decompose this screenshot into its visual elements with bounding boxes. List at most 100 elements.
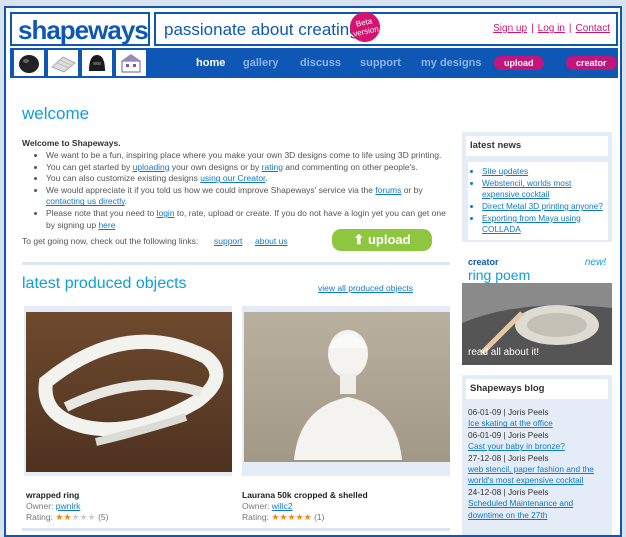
news-item[interactable]: Direct Metal 3D printing anyone? — [482, 201, 604, 212]
welcome-bullet: You can get started by uploading your ow… — [46, 162, 454, 174]
logo[interactable]: shapeways — [10, 12, 150, 46]
bullet-text: Please note that you need to — [46, 207, 157, 218]
blog-meta: 24-12-08 | Joris Peels — [468, 486, 549, 497]
star-rating[interactable]: ★★★★★ — [55, 512, 95, 522]
item-title[interactable]: wrapped ring — [26, 490, 79, 500]
star-rating[interactable]: ★★★★★ — [271, 512, 311, 522]
blog-list: 06-01-09 | Joris Peels Ice skating at the… — [468, 407, 608, 521]
star-icon[interactable]: ★ — [71, 512, 79, 522]
read-all-link[interactable]: read all about it! — [468, 347, 539, 358]
bullet-text: and commenting on other people's. — [282, 161, 418, 172]
blog-post-link[interactable]: Scheduled Maintenance and downtime on th… — [468, 498, 608, 521]
nav-gallery[interactable]: gallery — [243, 57, 278, 69]
bullet-text: We would appreciate it if you told us ho… — [46, 184, 376, 195]
bullet-text: . — [265, 173, 268, 184]
view-all-link[interactable]: view all produced objects — [318, 283, 413, 293]
nav-support[interactable]: support — [360, 57, 401, 69]
signup-link[interactable]: Sign up — [493, 23, 527, 34]
blog-title: Shapeways blog — [466, 379, 608, 399]
new-badge: new! — [584, 257, 606, 268]
star-icon[interactable]: ★ — [304, 512, 312, 522]
inline-link[interactable]: rating — [262, 162, 283, 172]
owner-link[interactable]: willc2 — [272, 501, 293, 511]
welcome-bullet: Please note that you need to login to, r… — [46, 208, 454, 231]
item-owner: Owner: willc2 — [242, 501, 293, 511]
bullet-text: or by — [401, 184, 423, 195]
blog-meta: 27-12-08 | Joris Peels — [468, 452, 549, 463]
star-icon[interactable]: ★ — [296, 512, 304, 522]
blog-post-link[interactable]: Cast your baby in bronze? — [468, 441, 608, 452]
bullet-text: . — [124, 196, 128, 207]
divider — [22, 262, 450, 265]
inline-link[interactable]: login — [157, 208, 175, 218]
get-going-text: To get going now, check out the followin… — [22, 236, 199, 246]
star-icon[interactable]: ★ — [88, 512, 96, 522]
item-rating: Rating: ★★★★★ (5) — [26, 512, 108, 523]
nav-home[interactable]: home — [196, 57, 225, 69]
upload-button[interactable]: ⬆ upload — [332, 229, 432, 251]
bullet-text: We want to be a fun, inspiring place whe… — [46, 150, 442, 160]
star-icon[interactable]: ★ — [287, 512, 295, 522]
wrapped-ring-photo[interactable] — [26, 312, 232, 472]
welcome-bullet: We want to be a fun, inspiring place whe… — [46, 150, 454, 162]
owner-link[interactable]: pwnlrk — [56, 501, 81, 511]
page-frame: shapeways passionate about creating Beta… — [4, 6, 622, 537]
blog-box: Shapeways blog 06-01-09 | Joris Peels Ice… — [462, 375, 612, 535]
news-title: latest news — [466, 136, 608, 156]
blog-post-link[interactable]: web stencil, paper fashion and the world… — [468, 464, 608, 487]
arrow-up-icon: ⬆ — [353, 232, 365, 247]
house-thumbnail[interactable] — [116, 50, 146, 76]
owner-label: Owner: — [242, 501, 270, 511]
top-links: Sign up | Log in | Contact — [493, 23, 610, 34]
produced-item-card[interactable] — [242, 306, 450, 476]
welcome-bullet: We would appreciate it if you told us ho… — [46, 185, 454, 208]
inline-link[interactable]: using our Creator — [200, 173, 265, 183]
vote-count: (1) — [314, 512, 325, 522]
helmet-thumbnail[interactable] — [14, 50, 44, 76]
inline-link[interactable]: uploading — [133, 162, 170, 172]
news-list: Site updatesWebstencil, worlds most expe… — [468, 162, 608, 240]
item-title[interactable]: Laurana 50k cropped & shelled — [242, 490, 368, 500]
login-link[interactable]: Log in — [538, 23, 565, 34]
mesh-thumbnail[interactable] — [48, 50, 78, 76]
news-item[interactable]: Site updates — [482, 166, 604, 177]
vader-thumbnail[interactable] — [82, 50, 112, 76]
bullet-text: your own designs or by — [169, 161, 262, 172]
inline-link[interactable]: here — [98, 220, 115, 230]
rating-label: Rating: — [26, 512, 53, 522]
tagline-bar: passionate about creating Beta version S… — [154, 9, 618, 46]
creator-title: ring poem — [468, 267, 531, 283]
welcome-bullets: We want to be a fun, inspiring place whe… — [34, 150, 454, 231]
nav-discuss[interactable]: discuss — [300, 57, 341, 69]
contact-link[interactable]: Contact — [576, 23, 610, 34]
separator: | — [531, 23, 534, 34]
creator-kicker: creator — [468, 257, 499, 267]
produced-item-card[interactable] — [24, 306, 232, 476]
rating-label: Rating: — [242, 512, 269, 522]
about-us-link[interactable]: about us — [255, 236, 288, 246]
produced-heading: latest produced objects — [22, 275, 187, 292]
logo-text[interactable]: shapeways — [18, 15, 149, 46]
item-rating: Rating: ★★★★★ (1) — [242, 512, 324, 523]
nav-my-designs[interactable]: my designs — [421, 57, 482, 69]
star-icon[interactable]: ★ — [80, 512, 88, 522]
upload-button-label: upload — [367, 232, 411, 247]
blog-post-link[interactable]: Ice skating at the office — [468, 418, 608, 429]
divider — [22, 528, 450, 531]
news-item[interactable]: Exporting from Maya using COLLADA — [482, 213, 604, 235]
intro-title: Welcome to Shapeways. — [22, 138, 121, 148]
support-link[interactable]: support — [214, 236, 242, 246]
creator-promo[interactable]: creator ring poem new! read all about it… — [462, 253, 612, 365]
main-nav: home gallery discuss support my designs … — [10, 48, 618, 78]
creator-nav-button[interactable]: creator — [566, 56, 617, 70]
inline-link[interactable]: contacting us directly — [46, 196, 125, 206]
laurana-bust-photo[interactable] — [244, 312, 450, 472]
tagline: passionate about creating — [164, 20, 359, 39]
latest-news-box: latest news Site updatesWebstencil, worl… — [462, 132, 612, 242]
inline-link[interactable]: forums — [375, 185, 401, 195]
separator: | — [568, 23, 572, 34]
upload-nav-button[interactable]: upload — [494, 56, 544, 70]
welcome-heading: welcome — [22, 104, 90, 123]
welcome-bullet: You can also customize existing designs … — [46, 173, 454, 185]
news-item[interactable]: Webstencil, worlds most expensive cockta… — [482, 178, 604, 200]
